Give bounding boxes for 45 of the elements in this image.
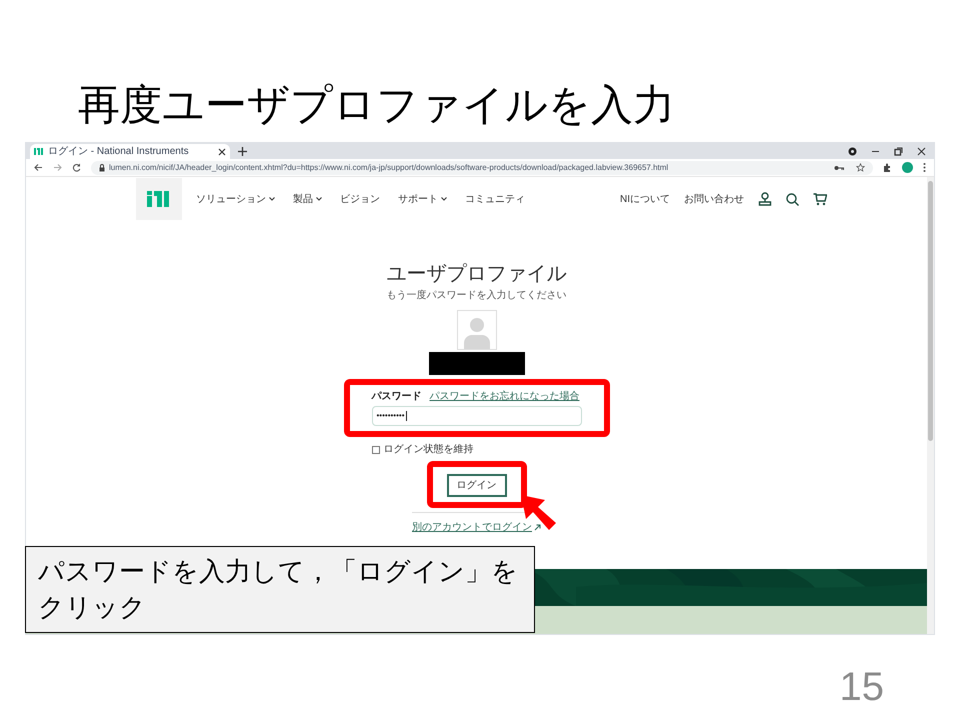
tab-title: ログイン - National Instruments — [48, 146, 189, 158]
login-button[interactable]: ログイン — [446, 474, 506, 497]
remember-checkbox[interactable]: ログイン状態を維持 — [372, 443, 582, 456]
record-icon[interactable] — [848, 147, 857, 156]
nav-item[interactable]: ソリューション — [196, 192, 275, 206]
password-field[interactable]: •••••••••• — [372, 406, 582, 426]
nav-item[interactable]: 製品 — [293, 192, 322, 206]
menu-icon[interactable] — [923, 163, 926, 172]
account-icon[interactable] — [758, 192, 772, 206]
new-tab-icon[interactable] — [238, 147, 247, 156]
browser-tab[interactable]: ログイン - National Instruments — [30, 144, 230, 159]
header-link[interactable]: NIについて — [620, 192, 670, 206]
chevron-icon — [441, 197, 447, 201]
chevron-icon — [269, 197, 275, 201]
reload-icon[interactable] — [72, 163, 81, 172]
key-icon[interactable] — [834, 164, 844, 170]
close-icon[interactable] — [917, 147, 926, 156]
cart-icon[interactable] — [813, 192, 827, 206]
password-label: パスワード — [372, 390, 422, 403]
puzzle-icon[interactable] — [883, 163, 892, 172]
header-link[interactable]: お問い合わせ — [684, 192, 744, 206]
instruction-text: もう一度パスワードを入力してください — [386, 289, 566, 302]
external-link-icon — [534, 524, 541, 531]
scrollbar[interactable] — [927, 177, 934, 634]
back-icon[interactable] — [34, 163, 43, 172]
profile-placeholder-icon — [456, 310, 496, 350]
nav-item[interactable]: コミュニティ — [465, 192, 525, 206]
chevron-icon — [316, 197, 322, 201]
close-icon[interactable] — [218, 148, 226, 156]
nav-item[interactable]: ビジョン — [340, 192, 380, 206]
star-icon[interactable] — [856, 163, 865, 172]
restore-icon[interactable] — [894, 147, 903, 156]
search-icon[interactable] — [786, 192, 799, 206]
url-text: lumen.ni.com/nicif/JA/header_login/content.xhtml?du=https://www.ni.com/ja-jp/support/downloads/software-products/download/packaged.labview.369657.html — [109, 162, 668, 172]
address-bar[interactable]: lumen.ni.com/nicif/JA/header_login/content.xhtml?du=https://www.ni.com/ja-jp/support/downloads/software-products/download/packaged.labview.369657.html — [91, 160, 873, 174]
lock-icon — [99, 164, 105, 172]
nav-item[interactable]: サポート — [398, 192, 447, 206]
callout-box: パスワードを入力して，「ログイン」をクリック — [25, 546, 535, 633]
forgot-password-link[interactable]: パスワードをお忘れになった場合 — [430, 390, 580, 403]
slide-title: 再度ユーザプロファイルを入力 — [78, 80, 675, 130]
page-number: 15 — [840, 664, 884, 711]
page-heading: ユーザプロファイル — [386, 262, 566, 287]
switch-account-link[interactable]: 別のアカウントでログイン — [412, 521, 532, 534]
avatar-icon[interactable] — [902, 162, 913, 173]
logo-icon — [34, 148, 44, 155]
